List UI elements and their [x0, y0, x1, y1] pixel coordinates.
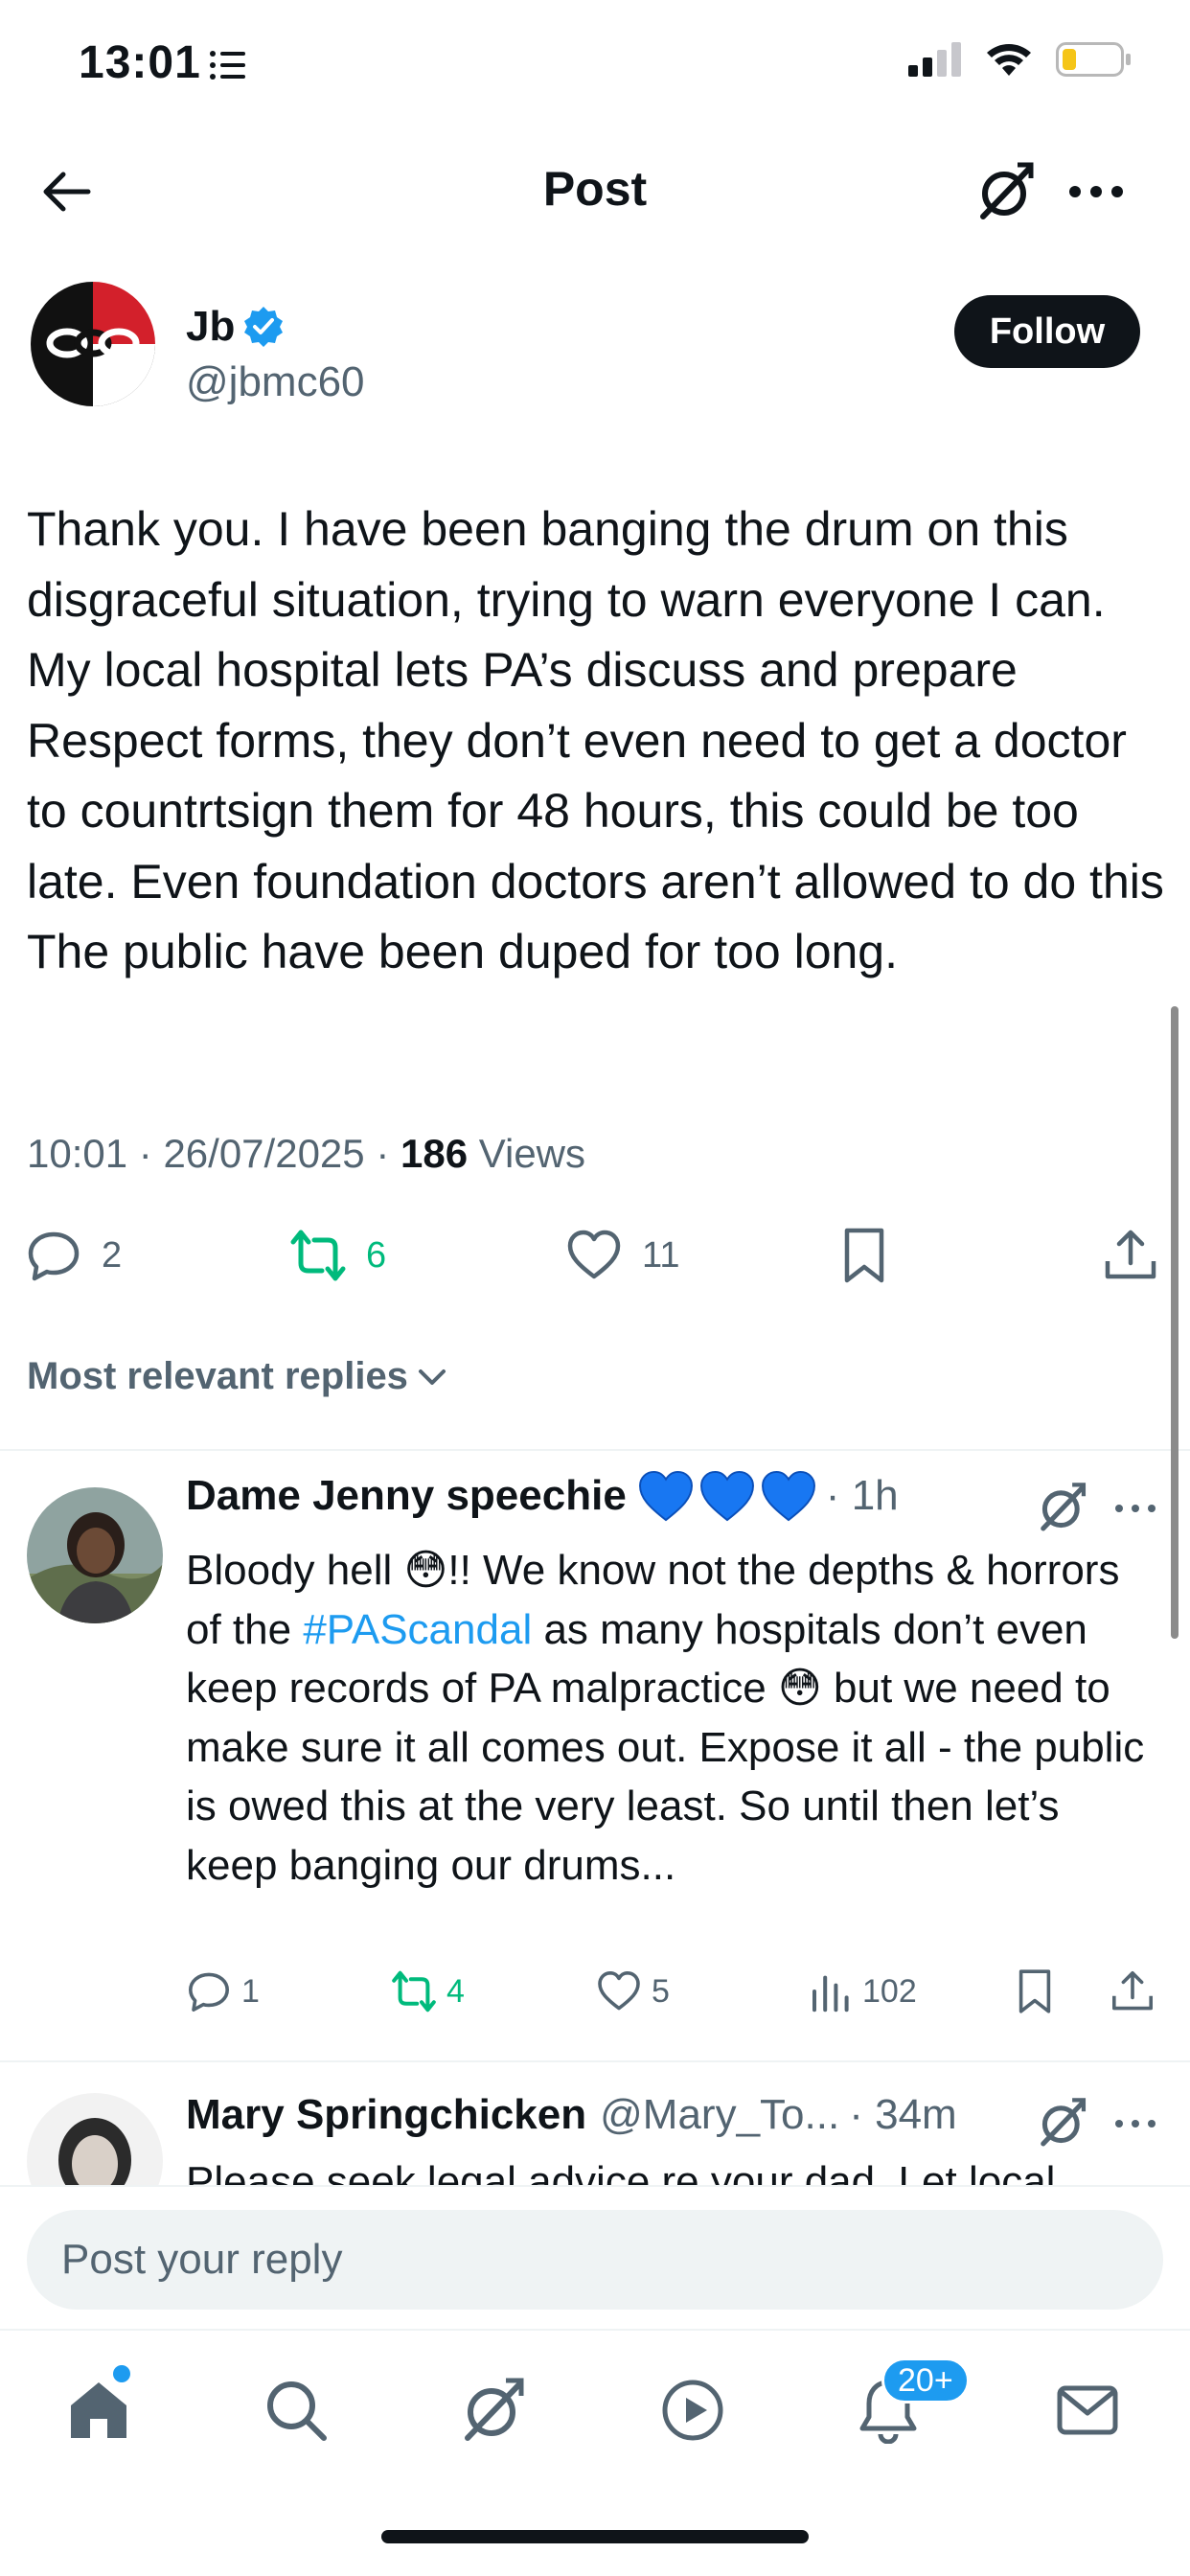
bookmark-icon [844, 1228, 884, 1283]
avatar[interactable] [29, 280, 157, 408]
blue-hearts [638, 1470, 816, 1522]
flushed-emoji: 😳 [777, 1665, 822, 1712]
blue-heart-icon [761, 1470, 815, 1522]
avatar-image [29, 280, 157, 408]
reply-time-wrap: · 1h [825, 1472, 899, 1519]
follow-button[interactable]: Follow [954, 295, 1140, 368]
reply-text: Bloody hell 😳!! We know not the depths &… [186, 1541, 1154, 1895]
blue-heart-icon [638, 1470, 693, 1522]
views-button[interactable]: 102 [807, 1968, 917, 2014]
flushed-emoji: 😳 [403, 1547, 448, 1594]
reply-item[interactable]: Dame Jenny speechie · 1h Bloody hell 😳!!… [0, 1451, 1190, 2060]
messages-mail-icon[interactable] [1054, 2377, 1121, 2444]
bookmark-button[interactable] [835, 1227, 893, 1284]
like-button[interactable]: 5 [596, 1968, 670, 2014]
verified-badge-icon [244, 307, 283, 347]
share-icon [1112, 1971, 1153, 2011]
reply-text-part: Bloody hell [186, 1547, 404, 1594]
repost-count: 6 [366, 1234, 387, 1276]
reply-icon [28, 1231, 80, 1281]
share-button[interactable] [1110, 1968, 1156, 2014]
views-chart-icon [812, 1975, 849, 2012]
reply-count: 2 [102, 1234, 123, 1276]
more-icon[interactable] [1111, 1489, 1159, 1528]
heart-icon [567, 1230, 621, 1279]
avatar[interactable] [27, 1487, 163, 1623]
like-count: 11 [642, 1234, 680, 1276]
replies-sort-dropdown[interactable]: Most relevant replies [27, 1355, 448, 1398]
share-button[interactable] [1102, 1227, 1159, 1284]
tweet-meta: 10:01 · 26/07/2025 · 186 Views [27, 1131, 586, 1176]
author-handle[interactable]: @jbmc60 [186, 358, 365, 406]
video-play-icon[interactable] [659, 2377, 726, 2444]
repost-button[interactable]: 4 [391, 1968, 465, 2014]
tweet-actions: 2 6 11 [0, 1227, 1190, 1303]
reply-text: Please seek legal advice re your dad. Le… [186, 2158, 1056, 2185]
reply-item[interactable]: Mary Springchicken @Mary_To... · 34m Ple… [0, 2062, 1190, 2185]
wifi-icon [987, 44, 1031, 76]
reply-author-name[interactable]: Dame Jenny speechie [186, 1472, 627, 1520]
home-icon[interactable] [65, 2377, 132, 2444]
grok-icon[interactable] [460, 2377, 527, 2444]
reply-header: Dame Jenny speechie · 1h [186, 1470, 899, 1522]
repost-button[interactable]: 6 [289, 1227, 386, 1284]
repost-icon [392, 1970, 436, 2012]
tweet-text: Thank you. I have been banging the drum … [27, 502, 1164, 978]
nav-bar: Post [0, 134, 1190, 249]
reply-author-name[interactable]: Mary Springchicken [186, 2091, 586, 2139]
notifications-badge: 20+ [881, 2358, 970, 2404]
like-button[interactable]: 11 [565, 1227, 679, 1284]
reply-button[interactable]: 2 [25, 1227, 122, 1284]
reply-header: Mary Springchicken @Mary_To... · 34m [186, 2091, 957, 2139]
more-icon[interactable] [1065, 163, 1127, 220]
avatar-image [27, 2093, 163, 2185]
views-count: 186 [400, 1131, 469, 1176]
tweet-author: Jb @jbmc60 Follow [0, 251, 1190, 433]
chevron-down-icon [418, 1368, 446, 1385]
reply-time: 1h [851, 1472, 899, 1519]
blue-heart-icon [699, 1470, 754, 1522]
reply-count: 1 [241, 1972, 260, 2010]
reply-button[interactable]: 1 [186, 1968, 260, 2014]
sort-label: Most relevant replies [27, 1355, 408, 1397]
author-name[interactable]: Jb [186, 303, 235, 351]
status-time: 13:01 [79, 37, 201, 88]
reply-actions: 1 4 5 102 [186, 1968, 1163, 2026]
reply-compose-bar [0, 2185, 1190, 2329]
status-bar: 13:01 [0, 0, 1190, 134]
more-icon[interactable] [1111, 2104, 1159, 2143]
heart-icon [598, 1971, 640, 2011]
search-icon[interactable] [263, 2377, 330, 2444]
signal-icon [908, 42, 961, 77]
avatar[interactable] [27, 2093, 163, 2185]
repost-icon [290, 1230, 346, 1281]
bookmark-icon [1018, 1969, 1051, 2013]
home-indicator[interactable] [381, 2530, 809, 2543]
views-label[interactable]: Views [479, 1131, 585, 1176]
bookmark-button[interactable] [1012, 1968, 1058, 2014]
grok-icon[interactable] [1037, 2097, 1088, 2149]
hashtag-link[interactable]: #PAScandal [303, 1606, 532, 1653]
home-notification-dot [113, 2365, 130, 2382]
avatar-image [27, 1487, 163, 1623]
views-count: 102 [862, 1972, 917, 2010]
battery-icon [1056, 42, 1131, 77]
grok-icon[interactable] [1037, 1482, 1088, 1533]
reply-author-handle[interactable]: @Mary_To... [600, 2091, 839, 2139]
tweet-time: 10:01 [27, 1131, 128, 1176]
tweet-date: 26/07/2025 [163, 1131, 365, 1176]
grok-icon[interactable] [975, 161, 1037, 222]
repost-count: 4 [446, 1972, 465, 2010]
reply-time: 34m [875, 2091, 957, 2138]
share-icon [1105, 1230, 1156, 1279]
scrollbar[interactable] [1171, 1006, 1179, 1639]
reply-time-wrap: · 34m [849, 2091, 957, 2138]
list-icon [210, 51, 245, 80]
reply-input[interactable] [27, 2210, 1163, 2310]
reply-icon [189, 1972, 229, 2012]
like-count: 5 [652, 1972, 670, 2010]
status-indicators [908, 40, 1133, 79]
